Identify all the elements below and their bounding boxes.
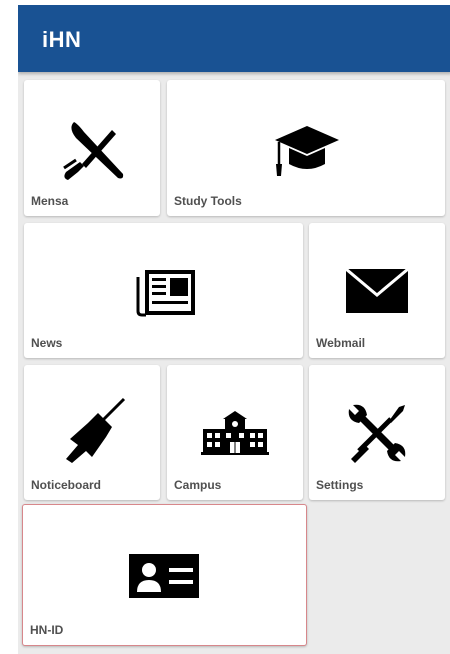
tile-label: HN-ID (30, 623, 64, 637)
tile-label: Noticeboard (31, 478, 102, 492)
fork-knife-icon (63, 122, 124, 180)
tile-label: Study Tools (174, 194, 242, 208)
pushpin-icon (66, 397, 126, 463)
tile-campus[interactable]: Campus (167, 365, 303, 500)
app-title: iHN (42, 27, 82, 52)
tile-hn-id[interactable]: HN-ID (22, 504, 307, 646)
newspaper-icon (136, 270, 195, 317)
tile-label: Campus (174, 478, 222, 492)
tile-label: News (31, 336, 63, 350)
envelope-icon (346, 269, 408, 313)
tile-study-tools[interactable]: Study Tools (167, 80, 445, 216)
tile-news[interactable]: News (24, 223, 303, 358)
tile-label: Webmail (316, 336, 366, 350)
building-icon (201, 411, 269, 455)
app-screen: iHN Mensa Study Tools News Webmail Notic… (18, 5, 450, 654)
tile-webmail[interactable]: Webmail (309, 223, 445, 358)
tile-settings[interactable]: Settings (309, 365, 445, 500)
graduation-cap-icon (275, 126, 339, 176)
tile-label: Settings (316, 478, 364, 492)
tile-noticeboard[interactable]: Noticeboard (24, 365, 160, 500)
wrench-screwdriver-icon (348, 404, 406, 463)
tile-label: Mensa (31, 194, 69, 208)
id-card-icon (129, 554, 199, 598)
tile-mensa[interactable]: Mensa (24, 80, 160, 216)
app-bar: iHN (18, 5, 450, 72)
